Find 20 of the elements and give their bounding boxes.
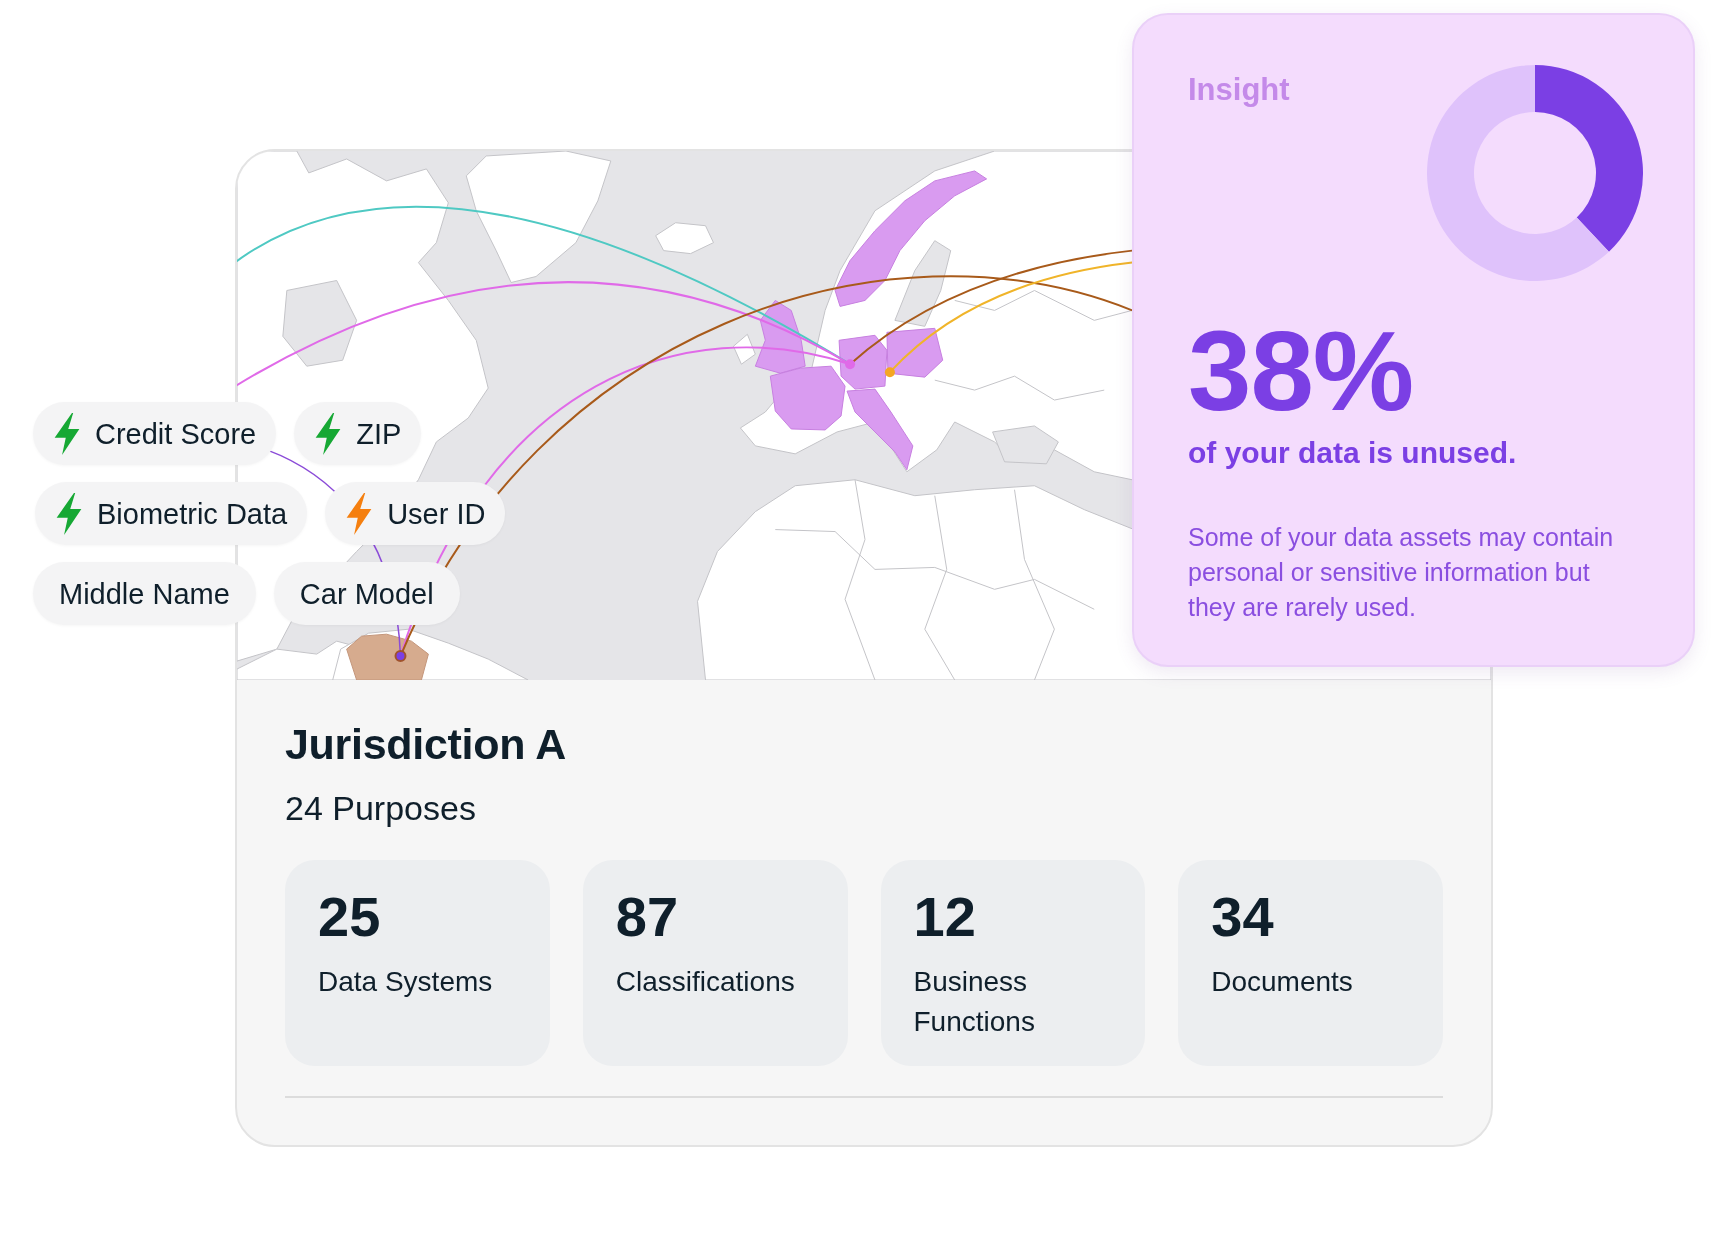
insight-heading: Insight [1188,72,1290,108]
stat-value: 12 [913,886,976,948]
tag-label: Credit Score [95,416,257,452]
tag-label: User ID [387,496,486,532]
stat-value: 87 [615,886,679,948]
purposes-count: 24 Purposes [285,788,476,828]
tag-label: ZIP [356,416,402,452]
insight-caption: of your data is unused. [1188,435,1517,471]
stat-label: Data Systems [318,965,494,999]
tag-label: Car Model [299,576,434,612]
tag-label: Biometric Data [97,496,288,532]
tag-label: Middle Name [59,576,230,612]
stat-label: Classifications [615,965,796,999]
insight-description: Some of your data assets may contain personal or sensitive information but they are rarely used. [1188,522,1615,623]
stat-label: Business Functions [913,965,1036,1039]
stat-value: 25 [318,886,381,948]
stat-value: 34 [1211,886,1274,948]
jurisdiction-title: Jurisdiction A [285,719,566,770]
stat-label: Documents [1211,965,1354,999]
insight-percentage: 38% [1188,315,1414,427]
